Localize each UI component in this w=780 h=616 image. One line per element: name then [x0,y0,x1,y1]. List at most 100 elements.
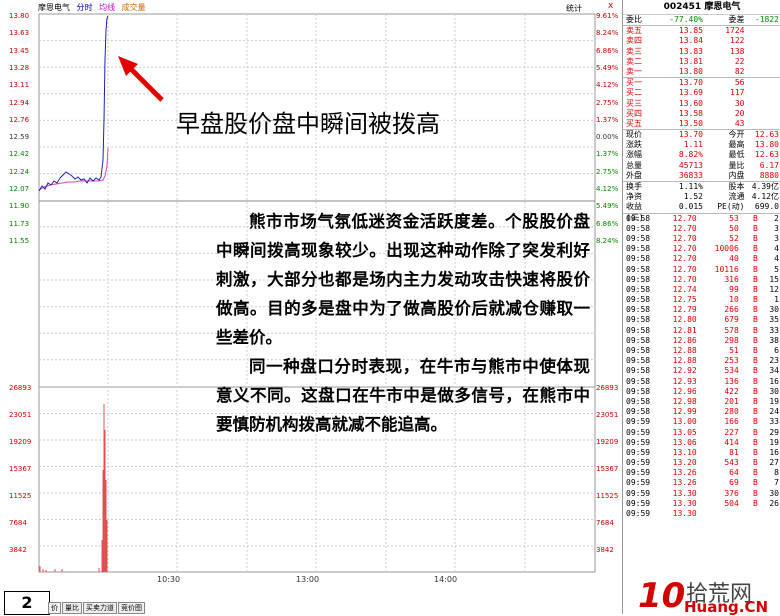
trade-row: 09:59 13.26 64 B 8 [626,468,779,478]
volume-tick-label: 11525 [9,492,32,500]
intraday-chart-panel[interactable]: 摩恩电气 分时 均线 成交量 统计 x 13.80 13.63 13.45 13… [0,0,622,615]
trade-row: 09:58 12.79 266 B 30 [626,305,779,315]
trade-row: 09:58 12.88 51 B 6 [626,346,779,355]
bid-row: 买二 13.69 117 [626,88,745,98]
trade-row: 09:59 13.30 [626,509,697,518]
stock-name: 摩恩电气 [704,2,741,12]
price-tick-label: 12.59 [9,133,30,142]
trade-row: 09:58 12.93 136 B 16 [626,376,779,386]
ask-list: 卖五 13.85 1724 卖四 13.84 122 卖三 13.83 138 卖二 13.81 22… [623,26,780,77]
order-ratio-row: 委比 -77.40% 委差 -1822 [623,15,780,25]
trade-row: 09:59 13.00 166 B 33 [626,417,779,427]
trade-row: 09:58 12.70 50 B 3 [626,223,779,233]
trade-row: 09:58 12.80 679 B 35 [626,315,779,325]
annotation-paragraph-1: 熊市市场气氛低迷资金活跃度差。个股股价盘中瞬间拨高现象较少。出现这种动作除了突发… [216,212,590,347]
trade-row: 09:59 13.10 81 B 16 [626,447,779,457]
annotation-title: 早盘股价盘中瞬间被拨高 [176,110,440,138]
trade-row: 09:58 12.70 10116 B 5 [626,264,779,274]
wei-cha-value: -1822 [754,15,779,24]
bottom-tabs: 价量比 买卖力道 竞价图 [48,602,146,614]
stats-list: 现价 13.70 今开 12.63 涨跌 1.11 最高 13.80 涨幅 8.82% 最低 12.6… [623,130,780,181]
trade-row: 09:59 13.06 414 B 19 [626,437,779,447]
price-tick-label: 12.76 [9,115,30,124]
price-tick-label: 13.45 [9,46,30,55]
price-line [38,15,109,192]
logo-number: 10 [638,576,686,616]
wei-bi-label: 委比 [626,15,642,24]
trade-row: 09:59 13.05 227 B 29 [626,427,779,437]
bid-row: 买三 13.60 30 [626,98,745,108]
tab-auction[interactable]: 竞价图 [118,602,145,614]
site-logo: 10 拾荒网 Huang.CN [638,574,780,616]
trade-row: 09:58 12.99 280 B 24 [626,407,779,417]
stat-row: 换手 1.11% 股本 4.39亿 [626,182,779,191]
annotation-body: 熊市市场气氛低迷资金活跃度差。个股股价盘中瞬间拨高现象较少。出现这种动作除了突发… [216,207,590,439]
price-tick-label: 13.80 [9,12,30,20]
price-tick-label: 12.24 [9,167,30,176]
page-number-badge: 2 [4,591,50,615]
trade-row: 09:59 13.20 543 B 27 [626,458,779,468]
trade-row: 09:58 12.96 422 B 30 [626,386,779,396]
price-tick-label: 13.28 [9,63,30,72]
stat-row: 总量 45713 量比 6.17 [626,160,779,170]
price-tick-label: 13.11 [9,81,30,90]
trade-row: 09:58 12.88 253 B 23 [626,356,779,366]
trade-row: 09:58 12.70 40 B 4 [626,254,779,264]
trade-list[interactable]: 09:58 12.70 53 B 2 09:58 12.70 50 B 3 09:58 12.70 52… [623,214,780,520]
volume-tick-label: 19209 [9,438,32,446]
stat-row: 净资 1.52 流通 4.12亿 [626,192,779,202]
trade-row: 09:58 12.74 99 B 12 [626,284,779,294]
trade-row: 09:58 12.98 201 B 19 [626,396,779,406]
time-label-1030: 10:30 [157,575,181,584]
price-tick-label: 11.73 [9,219,30,228]
ask-row: 卖一 13.80 82 [626,66,745,76]
price-tick-label: 13.63 [9,29,30,38]
bid-row: 买一 13.70 56 [626,78,745,88]
logo-english: Huang.CN [684,598,769,616]
bid-list: 买一 13.70 56 买二 13.69 117 买三 13.60 30 买四 13.58 20 买五 1… [623,78,780,129]
time-label-1300: 13:00 [296,575,320,584]
bid-row: 买四 13.58 20 [626,108,745,118]
arrow-line [126,64,164,102]
app-window: 摩恩电气 分时 均线 成交量 统计 x 13.80 13.63 13.45 13… [0,0,780,616]
volume-tick-label: 26893 [9,384,32,392]
ask-row: 卖二 13.81 22 [626,56,745,66]
price-tick-label: 12.07 [9,185,30,193]
trade-row: 09:58 12.86 298 B 38 [626,335,779,345]
annotation-paragraph-2: 同一种盘口分时表现，在牛市与熊市中使体现意义不同。这盘口在牛市中是做多信号，在熊… [216,357,590,434]
bid-row: 买五 13.50 43 [626,118,745,128]
volume-tick-label: 15367 [9,465,32,473]
trade-row: 09:58 12.70 316 B 15 [626,274,779,284]
volume-tick-label: 7684 [9,519,27,527]
wei-bi-value: -77.40% [669,15,703,24]
price-tick-label: 12.94 [9,98,30,107]
trade-row: 09:58 12.75 10 B 1 [626,295,779,305]
ask-row: 卖五 13.85 1724 [626,26,745,36]
price-tick-label: 12.42 [9,150,30,159]
stat-row: 外盘 36833 内盘 8880 [626,170,779,180]
trade-row: 09:59 13.30 504 B 26 [626,498,779,508]
tab-price-prefix[interactable]: 价 [48,602,61,614]
ask-row: 卖四 13.84 122 [626,36,745,46]
trade-row: 09:58 12.81 578 B 33 [626,325,779,335]
quote-header: 002451 摩恩电气 [623,0,780,15]
volume-tick-label: 23051 [9,411,32,419]
stat-row: 现价 13.70 今开 12.63 [626,130,779,140]
trade-row: 09:58 12.70 10006 B 4 [626,244,779,254]
stats-list-2: 换手 1.11% 股本 4.39亿 净资 1.52 流通 4.12亿 收益(三) 0.015 PE(… [623,182,780,222]
volume-bars [39,404,108,572]
wei-cha-label: 委差 [728,15,745,24]
stat-row: 涨跌 1.11 最高 13.80 [626,140,779,150]
trade-row: 09:58 12.70 53 B 2 [626,213,779,223]
trade-row: 09:59 13.26 69 B 7 [626,478,779,488]
trade-row: 09:59 13.30 376 B 30 [626,488,779,498]
price-tick-label: 11.90 [9,202,30,211]
time-label-1400: 14:00 [434,575,458,584]
quote-panel: 002451 摩恩电气 委比 -77.40% 委差 -1822 卖五 13.85 1… [622,0,780,614]
tab-buy-sell-force[interactable]: 买卖力道 [83,602,117,614]
trade-row: 09:58 12.70 52 B 3 [626,233,779,243]
price-tick-label: 11.55 [9,236,30,245]
trade-row: 09:58 12.92 534 B 34 [626,366,779,376]
stat-row: 涨幅 8.82% 最低 12.63 [626,150,779,160]
tab-volume-ratio[interactable]: 量比 [62,602,82,614]
